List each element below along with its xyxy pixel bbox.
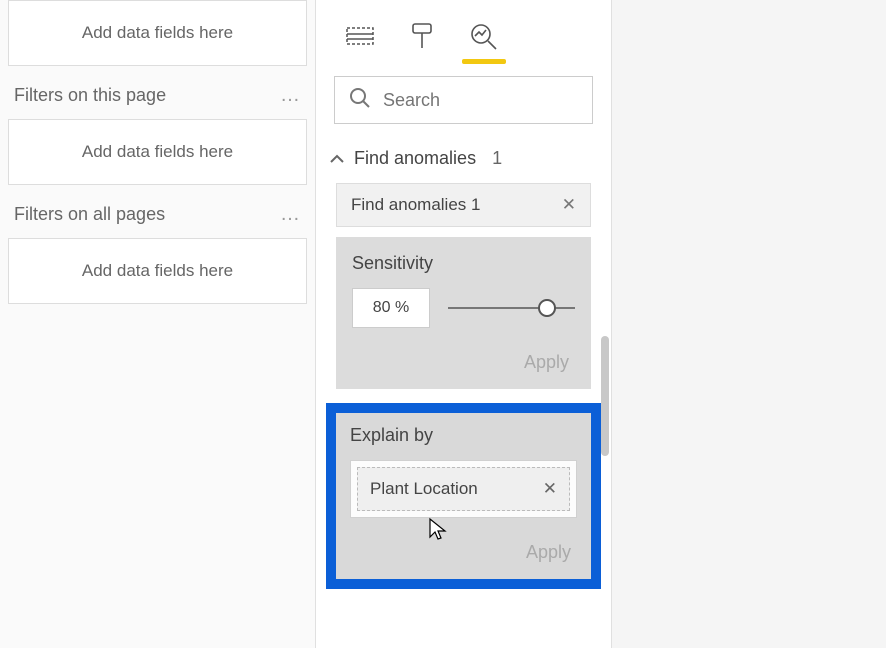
dropzone-placeholder: Add data fields here — [82, 23, 233, 43]
sensitivity-slider[interactable] — [448, 296, 575, 320]
all-pages-filters-dropzone[interactable]: Add data fields here — [8, 238, 307, 304]
visualizations-analytics-pane: Find anomalies 1 Find anomalies 1 ✕ Sens… — [316, 0, 612, 648]
dropzone-placeholder: Add data fields here — [82, 261, 233, 281]
page-filters-dropzone[interactable]: Add data fields here — [8, 119, 307, 185]
all-pages-filters-label: Filters on all pages — [14, 204, 165, 225]
chevron-up-icon — [330, 151, 344, 167]
analytics-tab-icon[interactable] — [468, 20, 500, 52]
canvas-background — [612, 0, 886, 648]
sensitivity-value: 80 % — [373, 299, 409, 317]
all-pages-more-icon[interactable]: … — [280, 203, 301, 226]
find-anomalies-label: Find anomalies — [354, 148, 476, 169]
remove-field-icon[interactable]: ✕ — [543, 479, 557, 499]
explain-by-field-chip[interactable]: Plant Location ✕ — [357, 467, 570, 511]
sensitivity-value-input[interactable]: 80 % — [352, 288, 430, 328]
page-filters-label: Filters on this page — [14, 85, 166, 106]
explain-by-panel-highlighted: Explain by Plant Location ✕ Apply — [326, 403, 601, 589]
page-filters-more-icon[interactable]: … — [280, 84, 301, 107]
explain-apply-button[interactable]: Apply — [526, 542, 571, 562]
find-anomalies-section-header[interactable]: Find anomalies 1 — [316, 134, 611, 183]
sensitivity-apply-button[interactable]: Apply — [524, 352, 569, 372]
format-tab-icon[interactable] — [406, 20, 438, 52]
sensitivity-panel: Sensitivity 80 % Apply — [336, 237, 591, 389]
sensitivity-label: Sensitivity — [352, 253, 575, 274]
search-input[interactable] — [383, 90, 615, 111]
sensitivity-row: 80 % — [352, 288, 575, 328]
pane-tabs — [316, 0, 611, 66]
search-input-container[interactable] — [334, 76, 593, 124]
visual-filters-dropzone[interactable]: Add data fields here — [8, 0, 307, 66]
dropzone-placeholder: Add data fields here — [82, 142, 233, 162]
all-pages-filters-header: Filters on all pages … — [14, 203, 301, 226]
anomaly-card-chip[interactable]: Find anomalies 1 ✕ — [336, 183, 591, 227]
explain-by-field-well[interactable]: Plant Location ✕ — [350, 460, 577, 518]
fields-tab-icon[interactable] — [344, 20, 376, 52]
slider-handle[interactable] — [538, 299, 556, 317]
scrollbar-thumb[interactable] — [601, 336, 609, 456]
explain-by-label: Explain by — [350, 425, 577, 446]
close-icon[interactable]: ✕ — [562, 195, 576, 215]
explain-by-field-name: Plant Location — [370, 479, 478, 499]
find-anomalies-count: 1 — [492, 148, 502, 169]
anomaly-chip-label: Find anomalies 1 — [351, 195, 480, 215]
page-filters-header: Filters on this page … — [14, 84, 301, 107]
search-icon — [349, 87, 371, 114]
filters-pane: Add data fields here Filters on this pag… — [0, 0, 316, 648]
